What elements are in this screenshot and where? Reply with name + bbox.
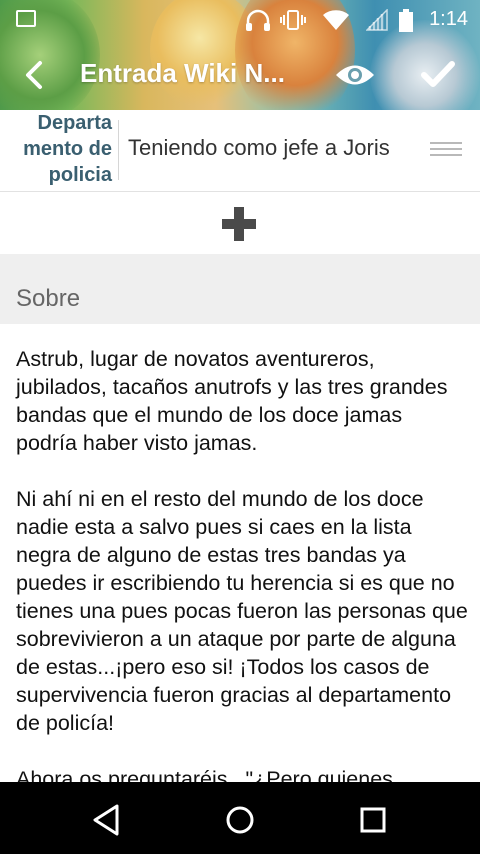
toolbar: Entrada Wiki N... <box>0 48 480 100</box>
paragraph: Ahora os preguntaréis..."¿Pero quienes <box>16 767 393 782</box>
paragraph: Ni ahí ni en el resto del mundo de los d… <box>16 487 468 735</box>
category-label-line: mento de <box>23 138 112 160</box>
category-value[interactable]: Teniendo como jefe a Joris <box>128 135 390 161</box>
header-artwork: 1:14 Entrada Wiki N... <box>0 0 480 110</box>
headset-icon <box>246 9 270 31</box>
check-icon[interactable] <box>420 56 456 92</box>
section-title: Sobre <box>16 285 81 312</box>
status-bar: 1:14 <box>0 0 480 38</box>
add-row <box>0 192 480 254</box>
page-title: Entrada Wiki N... <box>80 58 285 88</box>
recents-square-icon[interactable] <box>353 800 393 840</box>
category-label-line: policia <box>48 164 112 186</box>
category-divider <box>118 120 119 180</box>
wifi-icon <box>323 10 349 30</box>
home-circle-icon[interactable] <box>220 800 260 840</box>
category-row: Departa mento de policia Teniendo como j… <box>0 110 480 192</box>
back-arrow-icon[interactable] <box>18 58 52 92</box>
eye-icon[interactable] <box>334 60 376 90</box>
signal-icon <box>366 9 388 31</box>
navigation-bar <box>0 782 480 854</box>
back-triangle-icon[interactable] <box>87 800 127 840</box>
vibrate-icon <box>280 10 306 30</box>
plus-icon[interactable] <box>220 205 258 243</box>
status-time: 1:14 <box>429 8 468 30</box>
content-body: Astrub, lugar de novatos aventureros, ju… <box>0 324 480 782</box>
menu-lines-icon[interactable] <box>430 142 462 160</box>
paragraph: Astrub, lugar de novatos aventureros, ju… <box>16 347 448 455</box>
section-header: Sobre <box>0 254 480 324</box>
category-label: Departa mento de policia <box>0 110 112 191</box>
battery-icon <box>399 9 413 32</box>
gallery-icon <box>16 10 36 27</box>
category-label-line: Departa <box>37 112 112 134</box>
